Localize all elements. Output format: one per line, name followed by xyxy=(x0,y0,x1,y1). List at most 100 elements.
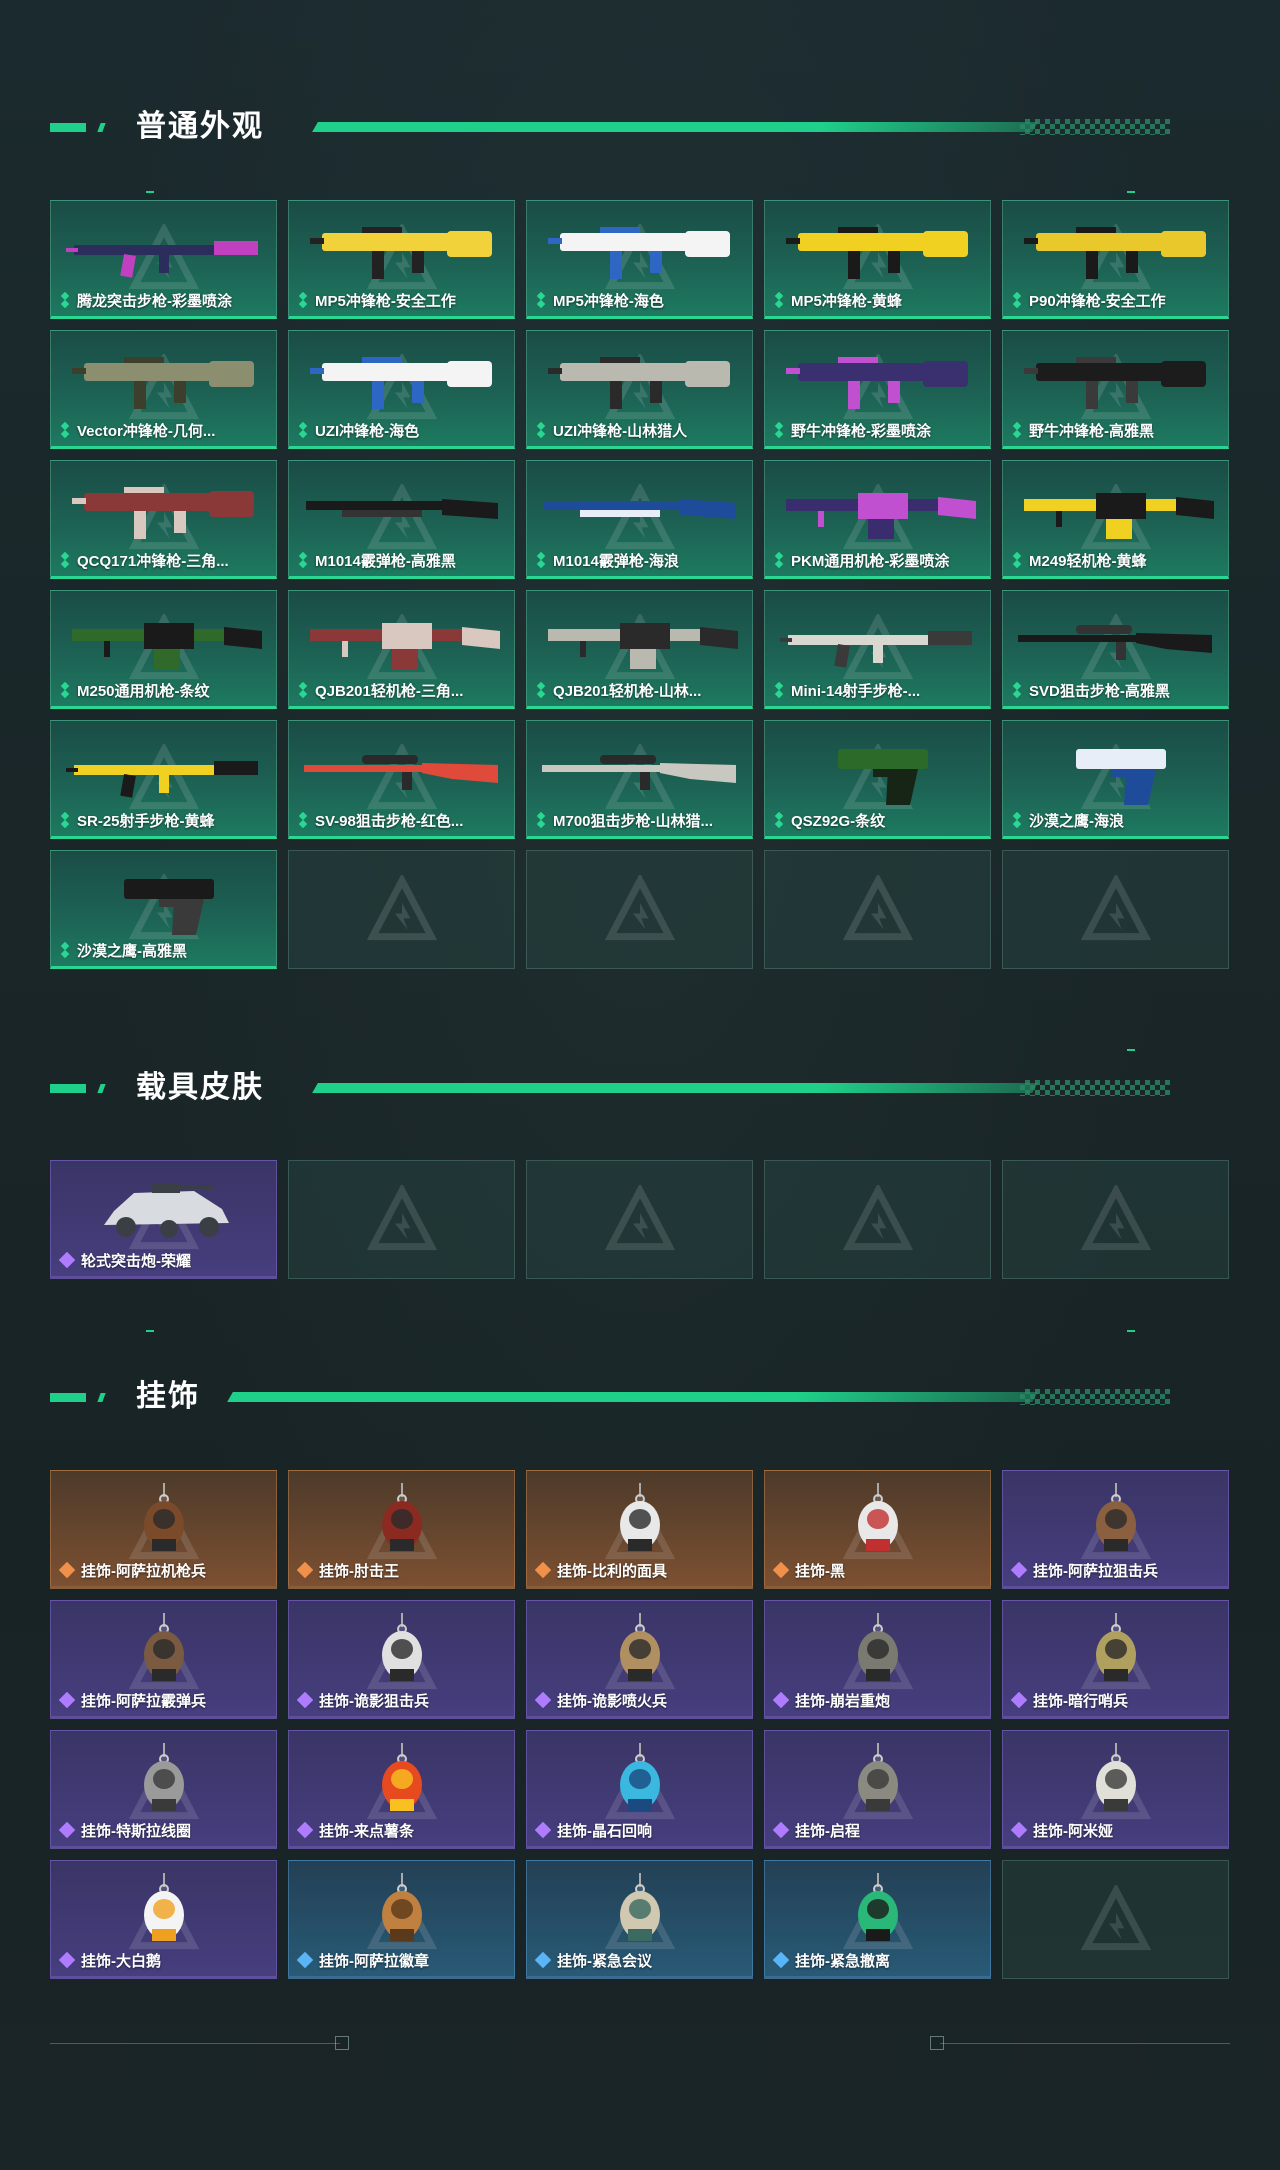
rarity-gem-icon xyxy=(1012,552,1022,568)
rarity-gem-icon xyxy=(298,552,308,568)
item-name: SR-25射手步枪-黄蜂 xyxy=(77,812,215,830)
weapon-card[interactable]: UZI冲锋枪-海色 xyxy=(288,330,515,449)
weapon-card[interactable]: M1014霰弹枪-高雅黑 xyxy=(288,460,515,579)
weapon-card[interactable]: Mini-14射手步枪-... xyxy=(764,590,991,709)
sniper-icon xyxy=(541,755,736,790)
charm-card[interactable]: 挂饰-紧急撤离 xyxy=(764,1860,991,1979)
section-title: 载具皮肤 xyxy=(136,1070,264,1105)
charm-card[interactable]: 挂饰-阿萨拉狙击兵 xyxy=(1002,1470,1229,1589)
weapon-card[interactable]: SVD狙击步枪-高雅黑 xyxy=(1002,590,1229,709)
rarity-gem-icon xyxy=(773,1822,789,1838)
item-label: M1014霰弹枪-高雅黑 xyxy=(297,549,508,571)
item-name: 挂饰-暗行哨兵 xyxy=(1033,1692,1128,1710)
weapon-card[interactable]: SR-25射手步枪-黄蜂 xyxy=(50,720,277,839)
smg-icon xyxy=(71,487,254,539)
section-header-weapons: 普通外观 xyxy=(50,107,1200,147)
fries-charm-icon xyxy=(381,1743,422,1811)
item-name: 沙漠之鹰-海浪 xyxy=(1029,812,1124,830)
weapon-card[interactable]: SV-98狙击步枪-红色... xyxy=(288,720,515,839)
item-name: 挂饰-紧急撤离 xyxy=(795,1952,890,1970)
item-name: 挂饰-晶石回响 xyxy=(557,1822,652,1840)
weapon-card[interactable]: 野牛冲锋枪-高雅黑 xyxy=(1002,330,1229,449)
weapon-card[interactable]: QJB201轻机枪-山林... xyxy=(526,590,753,709)
smg-icon xyxy=(1023,227,1206,279)
weapon-card[interactable]: MP5冲锋枪-安全工作 xyxy=(288,200,515,319)
smg-icon xyxy=(785,357,968,409)
weapon-card[interactable]: Vector冲锋枪-几何... xyxy=(50,330,277,449)
weapon-card[interactable]: 腾龙突击步枪-彩墨喷涂 xyxy=(50,200,277,319)
item-name: M700狙击步枪-山林猎... xyxy=(553,812,714,830)
item-name: P90冲锋枪-安全工作 xyxy=(1029,292,1166,310)
charm-card[interactable]: 挂饰-暗行哨兵 xyxy=(1002,1600,1229,1719)
rarity-gem-icon xyxy=(298,422,308,438)
item-name: PKM通用机枪-彩墨喷涂 xyxy=(791,552,950,570)
empty-slot xyxy=(288,850,515,969)
item-label: 挂饰-肘击王 xyxy=(297,1559,508,1581)
item-name: 挂饰-阿萨拉霰弹兵 xyxy=(81,1692,206,1710)
item-name: 挂饰-来点薯条 xyxy=(319,1822,414,1840)
weapon-card[interactable]: 沙漠之鹰-高雅黑 xyxy=(50,850,277,969)
header-checker-pattern xyxy=(1020,119,1170,135)
rarity-gem-icon xyxy=(59,1822,75,1838)
header-accent-mark xyxy=(50,1393,86,1402)
item-label: M249轻机枪-黄蜂 xyxy=(1011,549,1222,571)
item-label: 挂饰-紧急会议 xyxy=(535,1949,746,1971)
charm-card[interactable]: 挂饰-启程 xyxy=(764,1730,991,1849)
vehicle-card[interactable]: 轮式突击炮-荣耀 xyxy=(50,1160,277,1279)
rarity-gem-icon xyxy=(1011,1562,1027,1578)
coil-charm-icon xyxy=(143,1743,184,1811)
rarity-gem-icon xyxy=(536,552,546,568)
item-label: PKM通用机枪-彩墨喷涂 xyxy=(773,549,984,571)
charm-grid: 挂饰-阿萨拉机枪兵 挂饰-肘击王 挂饰-比利的面具 挂饰-黑 挂饰-阿萨拉狙击兵 挂饰-阿… xyxy=(50,1470,1230,1979)
weapon-card[interactable]: QJB201轻机枪-三角... xyxy=(288,590,515,709)
header-accent-mark xyxy=(97,1393,106,1402)
weapon-card[interactable]: MP5冲锋枪-海色 xyxy=(526,200,753,319)
item-name: QCQ171冲锋枪-三角... xyxy=(77,552,229,570)
charm-card[interactable]: 挂饰-阿萨拉徽章 xyxy=(288,1860,515,1979)
weapon-card[interactable]: 沙漠之鹰-海浪 xyxy=(1002,720,1229,839)
weapon-card[interactable]: P90冲锋枪-安全工作 xyxy=(1002,200,1229,319)
rarity-gem-icon xyxy=(297,1562,313,1578)
item-name: MP5冲锋枪-海色 xyxy=(553,292,664,310)
pistol-icon xyxy=(1075,749,1166,805)
charm-card[interactable]: 挂饰-大白鹅 xyxy=(50,1860,277,1979)
item-name: MP5冲锋枪-黄蜂 xyxy=(791,292,902,310)
figure-charm-icon xyxy=(143,1483,184,1551)
weapon-card[interactable]: QSZ92G-条纹 xyxy=(764,720,991,839)
weapon-card[interactable]: M250通用机枪-条纹 xyxy=(50,590,277,709)
weapon-card[interactable]: 野牛冲锋枪-彩墨喷涂 xyxy=(764,330,991,449)
weapon-card[interactable]: M1014霰弹枪-海浪 xyxy=(526,460,753,579)
empty-slot xyxy=(288,1160,515,1279)
rarity-gem-icon xyxy=(773,1562,789,1578)
charm-card[interactable]: 挂饰-来点薯条 xyxy=(288,1730,515,1849)
charm-card[interactable]: 挂饰-肘击王 xyxy=(288,1470,515,1589)
weapon-card[interactable]: UZI冲锋枪-山林猎人 xyxy=(526,330,753,449)
charm-card[interactable]: 挂饰-阿萨拉霰弹兵 xyxy=(50,1600,277,1719)
charm-card[interactable]: 挂饰-特斯拉线圈 xyxy=(50,1730,277,1849)
charm-card[interactable]: 挂饰-诡影狙击兵 xyxy=(288,1600,515,1719)
rarity-gem-icon xyxy=(535,1692,551,1708)
charm-card[interactable]: 挂饰-紧急会议 xyxy=(526,1860,753,1979)
item-name: M250通用机枪-条纹 xyxy=(77,682,210,700)
item-label: 挂饰-紧急撤离 xyxy=(773,1949,984,1971)
charm-card[interactable]: 挂饰-阿萨拉机枪兵 xyxy=(50,1470,277,1589)
weapon-card[interactable]: QCQ171冲锋枪-三角... xyxy=(50,460,277,579)
charm-card[interactable]: 挂饰-黑 xyxy=(764,1470,991,1589)
item-label: SV-98狙击步枪-红色... xyxy=(297,809,508,831)
charm-card[interactable]: 挂饰-比利的面具 xyxy=(526,1470,753,1589)
weapon-card[interactable]: M249轻机枪-黄蜂 xyxy=(1002,460,1229,579)
item-label: UZI冲锋枪-海色 xyxy=(297,419,508,441)
weapon-card[interactable]: PKM通用机枪-彩墨喷涂 xyxy=(764,460,991,579)
weapon-card[interactable]: MP5冲锋枪-黄蜂 xyxy=(764,200,991,319)
charm-card[interactable]: 挂饰-诡影喷火兵 xyxy=(526,1600,753,1719)
rarity-gem-icon xyxy=(535,1822,551,1838)
pistol-icon xyxy=(123,879,214,935)
smg-icon xyxy=(785,227,968,279)
hud-square xyxy=(335,2036,349,2050)
charm-card[interactable]: 挂饰-晶石回响 xyxy=(526,1730,753,1849)
charm-card[interactable]: 挂饰-阿米娅 xyxy=(1002,1730,1229,1849)
item-label: 挂饰-阿萨拉霰弹兵 xyxy=(59,1689,270,1711)
header-bar xyxy=(312,122,1038,132)
weapon-card[interactable]: M700狙击步枪-山林猎... xyxy=(526,720,753,839)
charm-card[interactable]: 挂饰-崩岩重炮 xyxy=(764,1600,991,1719)
